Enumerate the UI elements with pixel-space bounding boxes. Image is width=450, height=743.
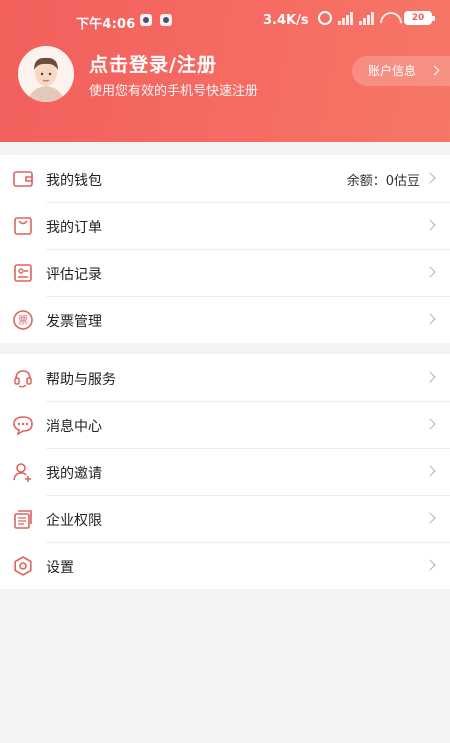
menu-item-label: 发票管理 [46, 314, 102, 330]
profile-header: 下午4:06 3.4K/s 20 点击登录/注册 使用您有效的手机号快速注册 账… [0, 0, 450, 142]
menu-item-invoice[interactable]: 票 发票管理 [0, 296, 450, 343]
battery-icon: 20 [404, 11, 435, 25]
alarm-icon [318, 11, 332, 25]
menu-item-enterprise[interactable]: 企业权限 [0, 495, 450, 542]
menu-item-help[interactable]: 帮助与服务 [0, 354, 450, 401]
menu-item-messages[interactable]: 消息中心 [0, 401, 450, 448]
wallet-balance: 余额：0估豆 [346, 174, 420, 189]
notification-icon-2 [160, 14, 172, 26]
bag-icon [12, 215, 34, 237]
menu-item-label: 我的订单 [46, 220, 102, 236]
menu-group-service: 帮助与服务 消息中心 我的邀请 企业权限 设置 [0, 354, 450, 589]
signal-icon-2 [359, 11, 374, 25]
menu-item-label: 消息中心 [46, 419, 102, 435]
wifi-icon [380, 12, 398, 24]
notification-icon [140, 14, 152, 26]
chevron-right-icon [424, 512, 436, 524]
avatar-face-icon [18, 46, 74, 102]
chevron-right-icon [424, 465, 436, 477]
menu-item-settings[interactable]: 设置 [0, 542, 450, 589]
login-subtitle: 使用您有效的手机号快速注册 [89, 84, 259, 99]
enterprise-icon [12, 508, 34, 530]
chevron-right-icon [424, 219, 436, 231]
headset-icon [12, 367, 34, 389]
menu-item-label: 帮助与服务 [46, 372, 116, 388]
menu-item-records[interactable]: 评估记录 [0, 249, 450, 296]
menu-item-wallet[interactable]: 我的钱包 余额：0估豆 [0, 155, 450, 202]
chat-icon [12, 414, 34, 436]
login-title[interactable]: 点击登录/注册 [89, 50, 217, 77]
chevron-right-icon [424, 559, 436, 571]
signal-icon [338, 11, 353, 25]
chevron-right-icon [424, 266, 436, 278]
menu-item-label: 企业权限 [46, 513, 102, 529]
menu-item-label: 设置 [46, 560, 74, 576]
menu-item-invite[interactable]: 我的邀请 [0, 448, 450, 495]
network-speed: 3.4K/s [263, 13, 309, 28]
invite-user-icon [12, 461, 34, 483]
avatar[interactable] [18, 46, 74, 102]
status-bar: 下午4:06 3.4K/s 20 [0, 0, 450, 40]
chevron-right-icon [424, 418, 436, 430]
chevron-right-icon [429, 65, 440, 76]
account-info-button[interactable]: 账户信息 [352, 56, 450, 86]
menu-item-label: 评估记录 [46, 267, 102, 283]
chevron-right-icon [424, 371, 436, 383]
record-icon [12, 262, 34, 284]
account-info-label: 账户信息 [368, 64, 417, 78]
menu-item-label: 我的钱包 [46, 173, 102, 189]
status-time: 下午4:06 [76, 17, 136, 32]
menu-item-orders[interactable]: 我的订单 [0, 202, 450, 249]
invoice-icon: 票 [12, 309, 34, 331]
menu-group-account: 我的钱包 余额：0估豆 我的订单 评估记录 票 发票管理 [0, 155, 450, 343]
settings-icon [12, 555, 34, 577]
chevron-right-icon [424, 172, 436, 184]
menu-item-label: 我的邀请 [46, 466, 102, 482]
svg-text:票: 票 [18, 315, 28, 327]
chevron-right-icon [424, 313, 436, 325]
wallet-icon [12, 168, 34, 190]
